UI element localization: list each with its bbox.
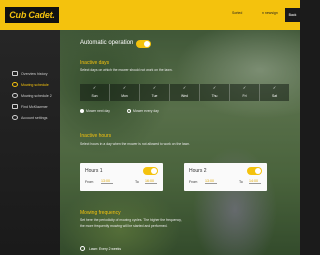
user-link[interactable]: Sorted bbox=[232, 11, 242, 15]
search-icon bbox=[12, 104, 18, 109]
day-thu[interactable]: ✓ Thu bbox=[200, 84, 230, 101]
from-label: From bbox=[85, 180, 94, 184]
schedule-icon bbox=[12, 93, 18, 98]
radio-icon bbox=[80, 246, 85, 251]
sidebar-item-find-mower[interactable]: Find McKlawmer bbox=[12, 103, 48, 110]
mowing-frequency-label: Lawn: Every 2 weeks bbox=[89, 246, 122, 251]
day-label: Thu bbox=[211, 94, 218, 98]
inactive-hours-title: Inactive hours bbox=[80, 133, 112, 139]
sidebar-item-label: Find McKlawmer bbox=[21, 104, 48, 109]
gear-icon bbox=[12, 115, 18, 120]
hours-1-title: Hours 1 bbox=[85, 168, 103, 174]
option-mower-next-day[interactable]: Mower next day bbox=[80, 109, 110, 113]
mowing-frequency-option[interactable]: Lawn: Every 2 weeks bbox=[80, 246, 121, 251]
hours-1-toggle[interactable] bbox=[143, 167, 158, 175]
day-tue[interactable]: ✓ Tue bbox=[140, 84, 170, 101]
option-label: Mower next day bbox=[86, 109, 110, 113]
from-label: From bbox=[189, 180, 198, 184]
day-sat[interactable]: ✓ Sat bbox=[260, 84, 289, 101]
check-icon: ✓ bbox=[182, 85, 187, 90]
inactive-days-title: Inactive days bbox=[80, 60, 110, 66]
sidebar: Overview history Mowing schedule Mowing … bbox=[0, 30, 60, 255]
day-label: Mon bbox=[121, 94, 128, 98]
mowing-frequency-desc-2: the more frequently mowing will be start… bbox=[80, 224, 168, 228]
sidebar-item-label: Mowing schedule bbox=[21, 82, 49, 87]
day-fri[interactable]: ✓ Fri bbox=[230, 84, 260, 101]
hours-1-to-input[interactable]: 16:00 bbox=[145, 179, 157, 184]
day-label: Tue bbox=[151, 94, 158, 98]
day-label: Sat bbox=[271, 94, 278, 98]
day-wed[interactable]: ✓ Wed bbox=[170, 84, 200, 101]
hours-2-title: Hours 2 bbox=[189, 168, 207, 174]
monitor-icon bbox=[12, 71, 18, 76]
check-icon: ✓ bbox=[92, 85, 97, 90]
check-icon: ✓ bbox=[122, 85, 127, 90]
hours-2-from-input[interactable]: 13:00 bbox=[205, 179, 217, 184]
inactive-days-desc: Select days on which the mower should no… bbox=[80, 68, 173, 72]
hours-2-to-input[interactable]: 14:00 bbox=[249, 179, 261, 184]
radio-icon bbox=[127, 109, 131, 113]
hours-1-card: Hours 1 From 13:00 To 16:00 bbox=[80, 163, 163, 191]
sidebar-item-label: Account settings bbox=[21, 115, 48, 120]
hours-1-from-input[interactable]: 13:00 bbox=[101, 179, 113, 184]
check-icon: ✓ bbox=[212, 85, 217, 90]
back-button[interactable]: Back bbox=[285, 8, 300, 22]
sidebar-item-account-settings[interactable]: Account settings bbox=[12, 114, 47, 121]
mowing-frequency-desc-1: Set here the periodicity of mowing cycle… bbox=[80, 218, 182, 222]
mowing-frequency-title: Mowing frequency bbox=[80, 210, 121, 216]
automatic-operation-label: Automatic operation bbox=[80, 40, 134, 46]
schedule-icon bbox=[12, 82, 18, 87]
hours-2-card: Hours 2 From 13:00 To 14:00 bbox=[184, 163, 267, 191]
to-label: To bbox=[135, 180, 139, 184]
app-root: Cub Cadet. Sorted n newsign Back Overvie… bbox=[0, 0, 300, 255]
hours-2-toggle[interactable] bbox=[247, 167, 262, 175]
sidebar-item-label: Mowing schedule 2 bbox=[21, 93, 52, 98]
day-label: Wed bbox=[181, 94, 188, 98]
option-mower-every-day[interactable]: Mower every day bbox=[127, 109, 159, 113]
option-label: Mower every day bbox=[133, 109, 159, 113]
main-content: Automatic operation Inactive days Select… bbox=[60, 30, 300, 255]
day-mon[interactable]: ✓ Mon bbox=[110, 84, 140, 101]
sidebar-item-mowing-schedule-2[interactable]: Mowing schedule 2 bbox=[12, 92, 52, 99]
day-label: Sun bbox=[91, 94, 98, 98]
language-link[interactable]: n newsign bbox=[262, 11, 278, 15]
day-selector: ✓ Sun ✓ Mon ✓ Tue ✓ Wed ✓ Thu ✓ Fri ✓ Sat bbox=[80, 84, 289, 101]
day-label: Fri bbox=[242, 94, 247, 98]
sidebar-item-label: Overview history bbox=[21, 71, 48, 76]
top-bar: Cub Cadet. Sorted n newsign Back bbox=[0, 0, 300, 30]
check-icon: ✓ bbox=[152, 85, 157, 90]
radio-icon bbox=[80, 109, 84, 113]
check-icon: ✓ bbox=[272, 85, 277, 90]
check-icon: ✓ bbox=[242, 85, 247, 90]
day-sun[interactable]: ✓ Sun bbox=[80, 84, 110, 101]
inactive-hours-desc: Select hours in a day when the mower is … bbox=[80, 142, 191, 146]
sidebar-item-mowing-schedule[interactable]: Mowing schedule bbox=[12, 81, 49, 88]
to-label: To bbox=[239, 180, 243, 184]
cub-cadet-logo[interactable]: Cub Cadet. bbox=[5, 7, 59, 23]
automatic-operation-toggle[interactable] bbox=[136, 40, 151, 48]
sidebar-item-overview[interactable]: Overview history bbox=[12, 70, 48, 77]
